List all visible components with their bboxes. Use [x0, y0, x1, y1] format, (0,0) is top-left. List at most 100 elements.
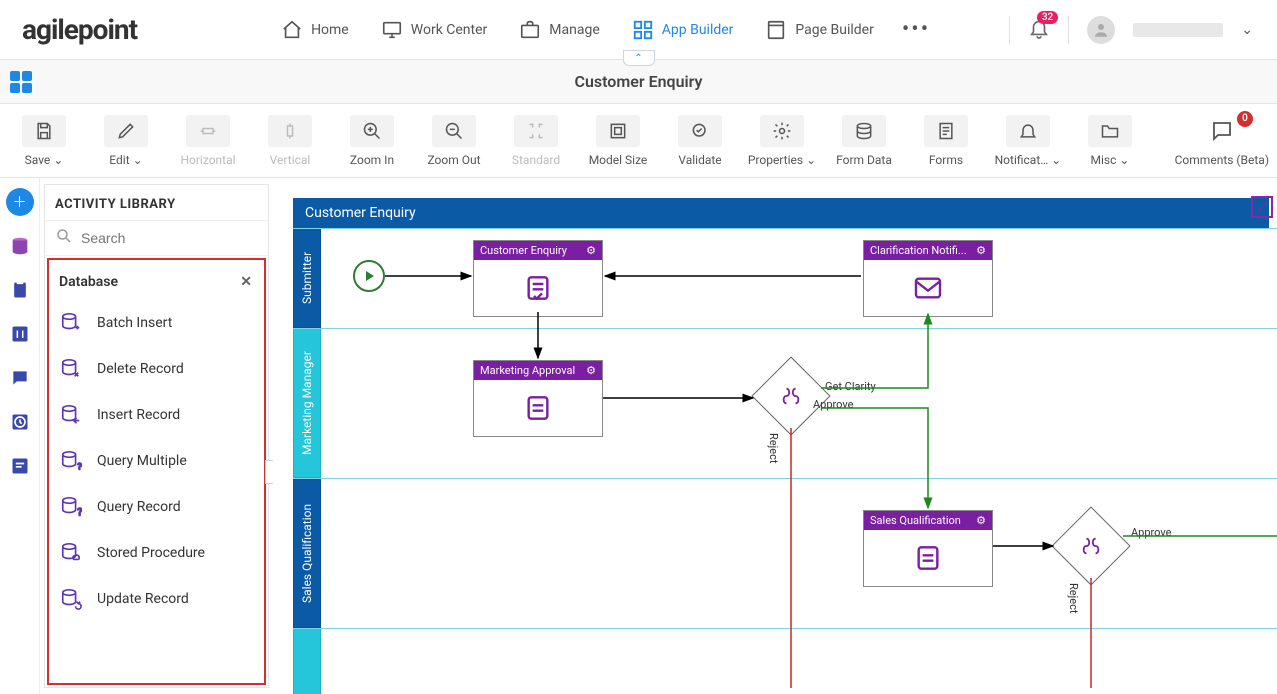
nav-app-builder-label: App Builder [662, 22, 734, 38]
activity-stored-procedure[interactable]: Stored Procedure [53, 530, 260, 576]
toolbar: Save⌄ Edit⌄ Horizontal Vertical Zoom In … [0, 104, 1277, 178]
user-name [1133, 23, 1223, 37]
nav-right: 32 ⌄ [1009, 16, 1265, 44]
folder-icon [1100, 121, 1120, 141]
edit-button[interactable]: Edit ⌄ [90, 109, 162, 173]
form-icon [936, 121, 956, 141]
grid-icon [632, 19, 654, 41]
activity-label: Delete Record [97, 361, 184, 377]
briefcase-icon [519, 19, 541, 41]
zoom-out-button[interactable]: Zoom Out [418, 109, 490, 173]
database-question-icon: ? [59, 496, 83, 518]
logo: agilepoint [12, 13, 147, 46]
rail-database-icon[interactable] [6, 232, 34, 260]
user-menu-chevron[interactable]: ⌄ [1241, 22, 1253, 38]
model-size-button[interactable]: Model Size [582, 109, 654, 173]
horizontal-label: Horizontal [180, 153, 235, 167]
misc-label: Misc [1091, 153, 1117, 167]
database-section-title: Database [59, 274, 118, 290]
form-data-button[interactable]: Form Data [828, 109, 900, 173]
add-button[interactable]: ＋ [6, 188, 34, 216]
left-rail: ＋ I I [0, 178, 40, 694]
save-button[interactable]: Save⌄ [8, 109, 80, 173]
misc-button[interactable]: Misc⌄ [1074, 109, 1146, 173]
edit-label: Edit [109, 153, 129, 167]
database-refresh-icon [59, 588, 83, 610]
database-question-icon: ?+ [59, 450, 83, 472]
form-data-label: Form Data [836, 153, 892, 167]
workspace: ＋ I I ACTIVITY LIBRARY Database ✕ Batch … [0, 178, 1277, 694]
activity-query-multiple[interactable]: ?+ Query Multiple [53, 438, 260, 484]
nav-home[interactable]: Home [277, 11, 353, 49]
vertical-button[interactable]: Vertical [254, 109, 326, 173]
avatar[interactable] [1087, 16, 1115, 44]
validate-button[interactable]: Validate [664, 109, 736, 173]
svg-text:I I: I I [15, 330, 23, 341]
standard-label: Standard [512, 153, 560, 167]
nav-manage-label: Manage [549, 22, 599, 38]
process-title: Customer Enquiry [305, 205, 416, 221]
rail-doc-icon[interactable] [6, 452, 34, 480]
svg-text:?: ? [77, 507, 82, 518]
process-header: Customer Enquiry [293, 198, 1269, 228]
rail-chat-icon[interactable] [6, 364, 34, 392]
expand-icon[interactable]: ⤢ [1251, 196, 1273, 218]
validate-icon [690, 121, 710, 141]
notifications-tool-button[interactable]: Notificat…⌄ [992, 109, 1064, 173]
search-input[interactable] [81, 230, 262, 246]
nav-manage[interactable]: Manage [515, 11, 603, 49]
swimlanes: Submitter Marketing Manager Sales Qualif… [293, 228, 1277, 694]
comments-label: Comments (Beta) [1175, 153, 1269, 167]
zoom-in-button[interactable]: Zoom In [336, 109, 408, 173]
activity-library-header: ACTIVITY LIBRARY [45, 185, 268, 220]
rail-clipboard-icon[interactable] [6, 276, 34, 304]
divider [1068, 16, 1069, 44]
svg-text:?+: ?+ [77, 462, 82, 472]
save-icon [34, 121, 54, 141]
activity-search [45, 220, 268, 256]
apps-grid-icon[interactable] [10, 71, 32, 93]
activity-label: Query Record [97, 499, 181, 515]
bell-icon [1018, 121, 1038, 141]
activity-insert-record[interactable]: Insert Record [53, 392, 260, 438]
activity-query-record[interactable]: ? Query Record [53, 484, 260, 530]
vertical-icon [280, 121, 300, 141]
comments-button[interactable]: 0 Comments (Beta) [1175, 109, 1269, 173]
collapse-header-button[interactable]: ⌃ [623, 50, 655, 66]
close-icon[interactable]: ✕ [240, 274, 252, 290]
search-icon [55, 227, 73, 249]
notifications-button[interactable]: 32 [1028, 17, 1050, 43]
zoom-in-label: Zoom In [350, 153, 394, 167]
database-section: Database ✕ Batch Insert Delete Record In… [47, 258, 266, 685]
horizontal-button[interactable]: Horizontal [172, 109, 244, 173]
database-icon [854, 121, 874, 141]
zoom-out-icon [444, 121, 464, 141]
standard-button[interactable]: Standard [500, 109, 572, 173]
model-size-icon [608, 121, 628, 141]
nav-more-icon[interactable]: ••• [902, 17, 930, 42]
activity-label: Update Record [97, 591, 189, 607]
nav-app-builder[interactable]: App Builder [628, 11, 738, 49]
nav-page-builder[interactable]: Page Builder [761, 11, 877, 49]
activity-batch-insert[interactable]: Batch Insert [53, 300, 260, 346]
chevron-down-icon: ⌄ [133, 153, 143, 167]
chevron-down-icon: ⌄ [806, 153, 816, 167]
activity-label: Query Multiple [97, 453, 187, 469]
process-canvas[interactable]: Customer Enquiry ⤢ Submitter Marketing M… [273, 178, 1277, 694]
properties-button[interactable]: Properties⌄ [746, 109, 818, 173]
forms-button[interactable]: Forms [910, 109, 982, 173]
vertical-label: Vertical [270, 153, 311, 167]
properties-label: Properties [748, 153, 803, 167]
rail-clock-icon[interactable] [6, 408, 34, 436]
database-x-icon [59, 358, 83, 380]
rail-text-icon[interactable]: I I [6, 320, 34, 348]
zoom-in-icon [362, 121, 382, 141]
activity-delete-record[interactable]: Delete Record [53, 346, 260, 392]
nav-page-builder-label: Page Builder [795, 22, 873, 38]
activity-update-record[interactable]: Update Record [53, 576, 260, 622]
activity-label: Stored Procedure [97, 545, 205, 561]
zoom-out-label: Zoom Out [427, 153, 480, 167]
activity-library-panel: ACTIVITY LIBRARY Database ✕ Batch Insert… [44, 184, 269, 688]
chevron-down-icon: ⌄ [1051, 153, 1061, 167]
nav-work-center[interactable]: Work Center [377, 11, 492, 49]
